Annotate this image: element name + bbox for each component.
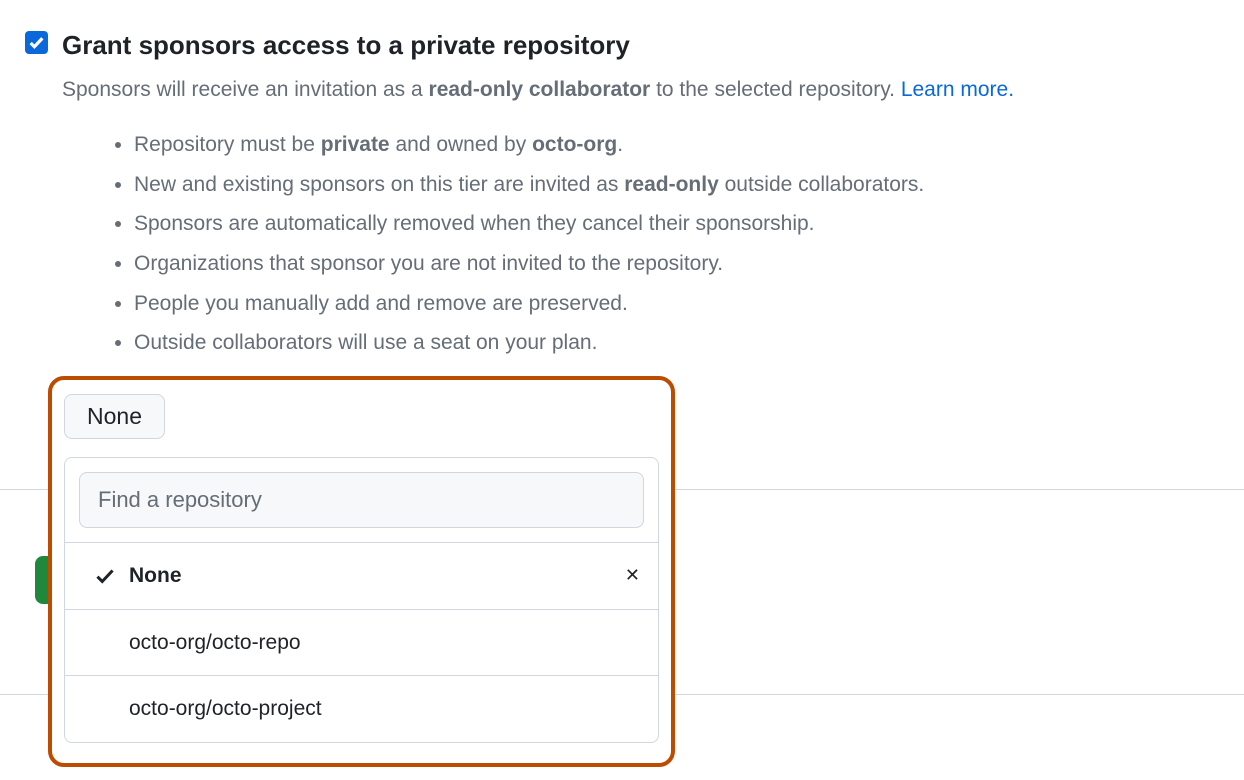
check-icon [93,565,117,587]
repository-picker-highlight: None None ✕ octo-org/octo-repo octo-org/… [48,376,675,767]
rule-item: Sponsors are automatically removed when … [134,207,1219,241]
repository-dropdown: None ✕ octo-org/octo-repo octo-org/octo-… [64,457,659,743]
option-title: Grant sponsors access to a private repos… [62,25,1219,67]
rule-item: Repository must be private and owned by … [134,128,1219,162]
grant-access-checkbox[interactable] [25,31,48,54]
rule-item: Outside collaborators will use a seat on… [134,326,1219,360]
repository-option-none[interactable]: None ✕ [65,542,658,609]
learn-more-link[interactable]: Learn more. [901,78,1014,101]
option-description: Sponsors will receive an invitation as a… [62,73,1219,107]
check-icon [28,34,45,51]
repository-option[interactable]: octo-org/octo-project [65,675,658,742]
rule-item: Organizations that sponsor you are not i… [134,247,1219,281]
x-icon: ✕ [625,561,640,590]
repository-option[interactable]: octo-org/octo-repo [65,609,658,676]
repository-search-input[interactable] [79,472,644,528]
rule-item: New and existing sponsors on this tier a… [134,168,1219,202]
selected-repository-button[interactable]: None [64,394,165,439]
rule-item: People you manually add and remove are p… [134,287,1219,321]
rules-list: Repository must be private and owned by … [62,128,1219,360]
